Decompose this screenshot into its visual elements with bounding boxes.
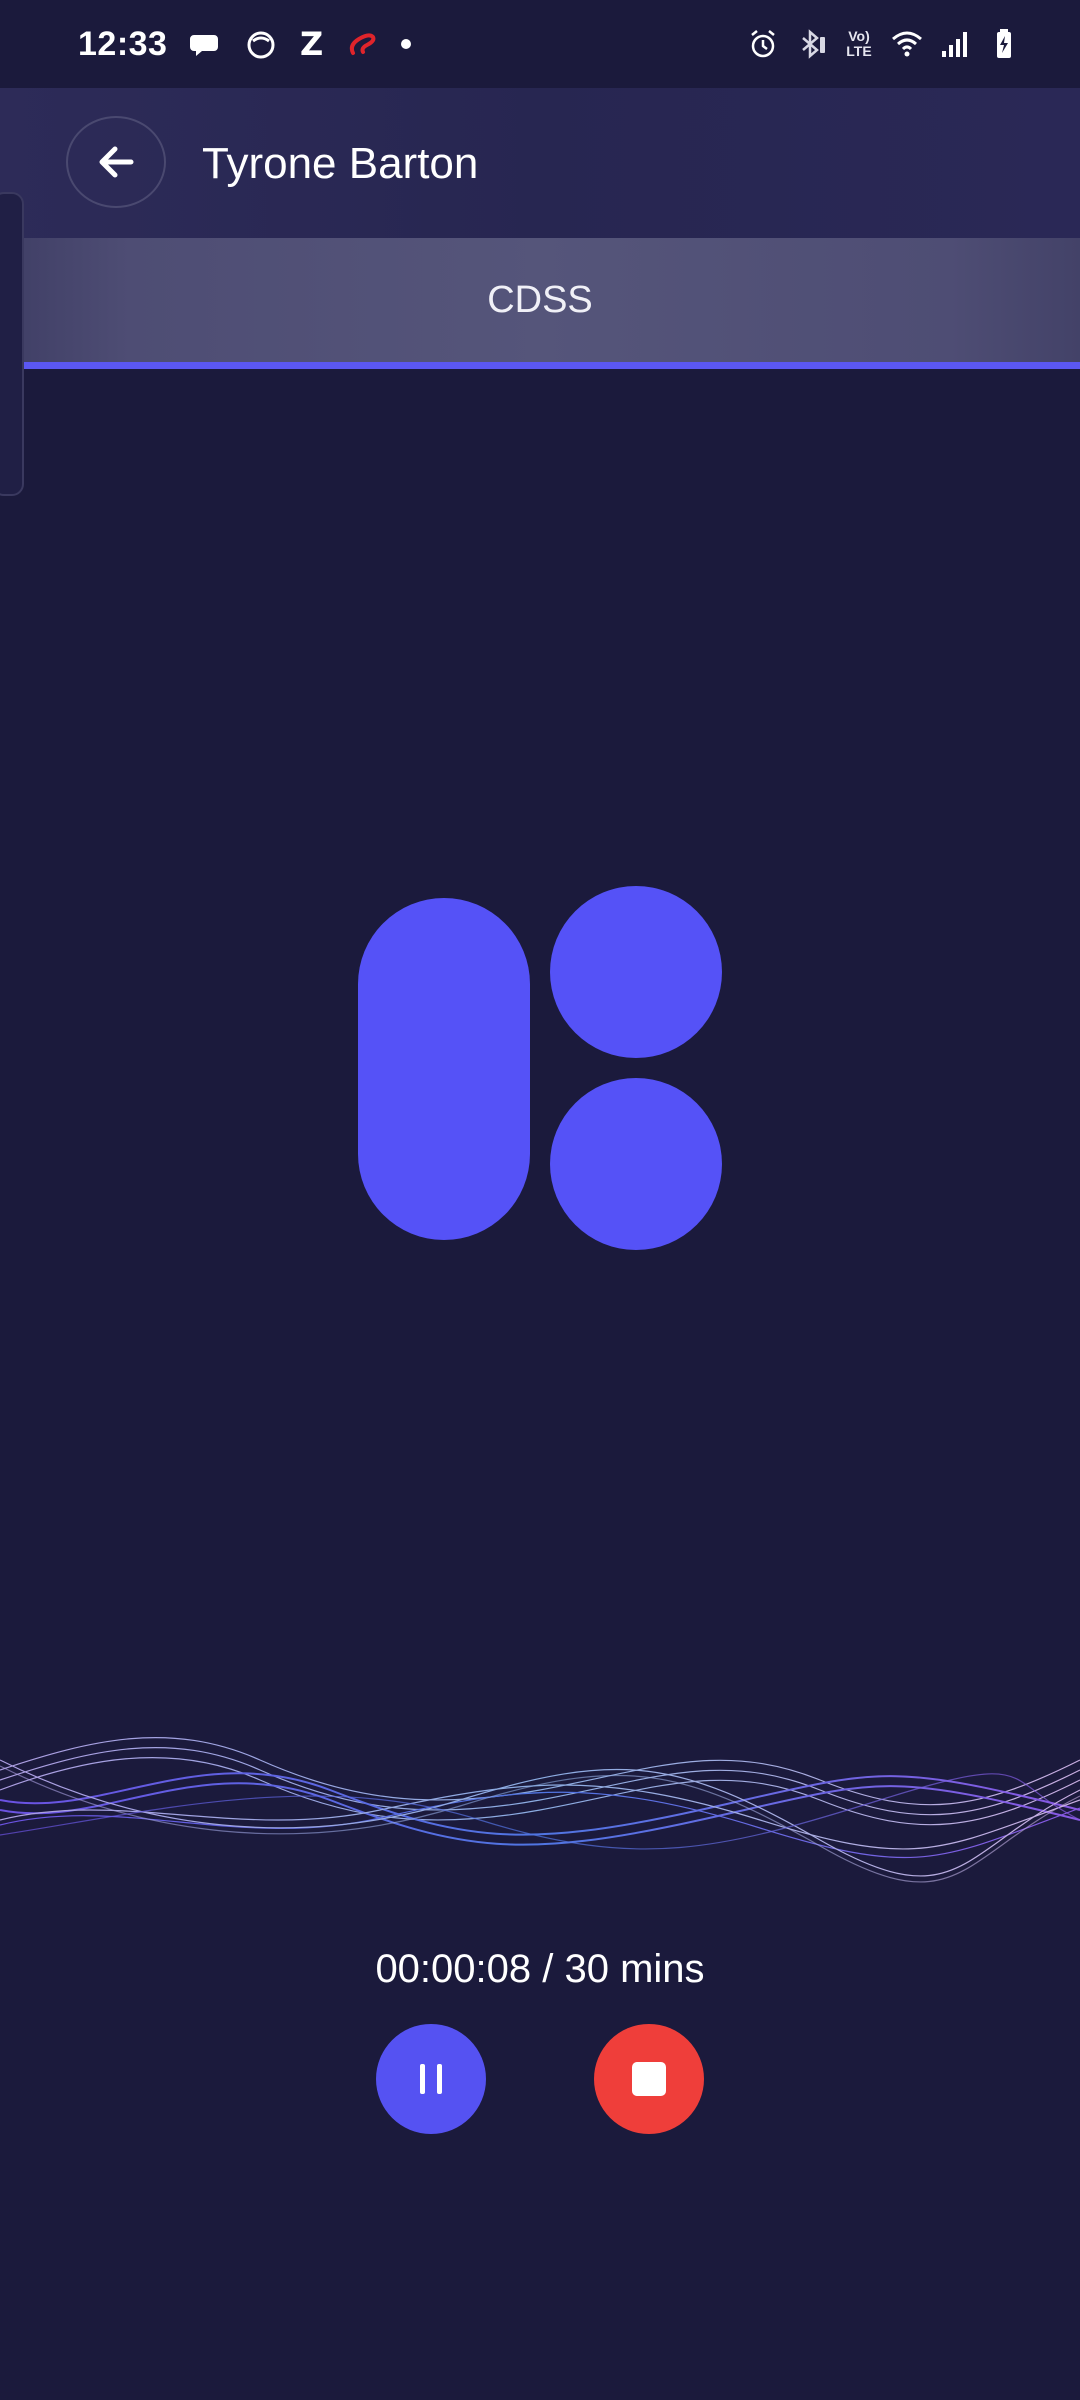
signal-icon xyxy=(942,32,967,57)
back-button[interactable] xyxy=(66,116,166,208)
status-bar: 12:33 Z Vo) LTE xyxy=(0,0,1080,88)
cat-face-icon xyxy=(247,31,275,59)
arrow-left-icon xyxy=(99,146,134,178)
notification-icons: Z xyxy=(188,24,412,64)
bluetooth-icon xyxy=(802,29,825,59)
logo-pill-shape xyxy=(358,898,530,1240)
tab-indicator xyxy=(0,362,1080,369)
recording-timer: 00:00:08 / 30 mins xyxy=(375,1947,705,1991)
audio-waveform xyxy=(0,1737,1080,1883)
status-time: 12:33 xyxy=(78,25,168,63)
chat-bubble-icon xyxy=(190,35,218,56)
battery-charging-icon xyxy=(997,29,1011,58)
airtel-logo-icon xyxy=(350,33,376,55)
volte-icon: Vo) LTE xyxy=(846,28,872,59)
logo-circle-bottom xyxy=(550,1078,722,1250)
app-logo xyxy=(358,886,724,1252)
tab-bar: CDSS xyxy=(0,238,1080,362)
wifi-icon xyxy=(892,31,922,57)
side-drawer-handle[interactable] xyxy=(0,192,24,496)
page-title: Tyrone Barton xyxy=(202,139,479,188)
stop-icon xyxy=(632,2062,666,2096)
system-icons: Vo) LTE xyxy=(746,24,1020,64)
alarm-icon xyxy=(751,30,775,58)
pause-button[interactable] xyxy=(376,2024,486,2134)
dot-icon xyxy=(401,39,412,49)
stop-button[interactable] xyxy=(594,2024,704,2134)
logo-circle-top xyxy=(550,886,722,1058)
tab-cdss[interactable]: CDSS xyxy=(0,238,1080,362)
app-bar: Tyrone Barton xyxy=(0,88,1080,238)
pause-icon xyxy=(414,2064,448,2094)
z-app-icon: Z xyxy=(300,25,324,63)
